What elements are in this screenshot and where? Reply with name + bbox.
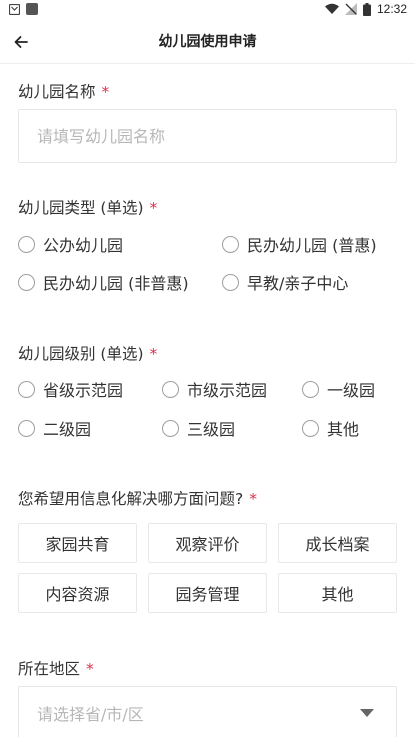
type-field-label: 幼儿园类型 (单选) * (18, 196, 157, 218)
radio-label: 一级园 (327, 381, 376, 400)
radio-circle-icon (18, 380, 35, 398)
radio-label: 民办幼儿园 (非普惠) (43, 274, 189, 293)
radio-circle-icon (302, 380, 319, 398)
page-title: 幼儿园使用申请 (158, 34, 257, 50)
radio-label: 市级示范园 (187, 381, 268, 400)
type-option-public[interactable]: 公办幼儿园 (18, 232, 123, 256)
type-option-early-education[interactable]: 早教/亲子中心 (222, 270, 348, 294)
problems-label-text: 您希望用信息化解决哪方面问题? (18, 490, 244, 508)
radio-label: 早教/亲子中心 (247, 274, 349, 293)
required-mark: * (149, 199, 158, 217)
level-option-first-class[interactable]: 一级园 (302, 377, 375, 401)
radio-circle-icon (222, 273, 239, 291)
region-select-placeholder: 请选择省/市/区 (37, 705, 144, 724)
region-label-text: 所在地区 (18, 660, 81, 678)
level-option-other[interactable]: 其他 (302, 416, 359, 440)
level-option-second-class[interactable]: 二级园 (18, 416, 91, 440)
radio-circle-icon (18, 419, 35, 437)
app-icon (26, 3, 38, 15)
level-option-third-class[interactable]: 三级园 (162, 416, 235, 440)
status-bar: 12:32 (0, 0, 415, 20)
radio-label: 公办幼儿园 (43, 236, 124, 255)
type-option-private-non-inclusive[interactable]: 民办幼儿园 (非普惠) (18, 270, 189, 294)
radio-label: 三级园 (187, 420, 236, 439)
problems-field-label: 您希望用信息化解决哪方面问题? * (18, 487, 257, 509)
problem-chip-observation[interactable]: 观察评价 (148, 523, 267, 563)
required-mark: * (101, 83, 110, 101)
caret-down-icon (360, 709, 374, 717)
radio-label: 二级园 (43, 420, 92, 439)
problem-chip-management[interactable]: 园务管理 (148, 573, 267, 613)
signal-off-icon (344, 3, 357, 15)
required-mark: * (86, 660, 94, 678)
required-mark: * (149, 345, 158, 363)
level-option-municipal[interactable]: 市级示范园 (162, 377, 267, 401)
problem-chip-other[interactable]: 其他 (278, 573, 397, 613)
app-bar: 幼儿园使用申请 (0, 20, 415, 64)
radio-label: 省级示范园 (43, 381, 124, 400)
name-label-text: 幼儿园名称 (18, 83, 96, 101)
radio-circle-icon (18, 273, 35, 291)
type-label-text: 幼儿园类型 (单选) (18, 199, 144, 217)
name-field-label: 幼儿园名称 * (18, 80, 109, 102)
radio-label: 民办幼儿园 (普惠) (247, 236, 377, 255)
region-field-label: 所在地区 * (18, 657, 94, 679)
notification-icon (9, 3, 20, 15)
problem-chip-growth-record[interactable]: 成长档案 (278, 523, 397, 563)
radio-circle-icon (162, 419, 179, 437)
status-time: 12:32 (376, 2, 407, 16)
battery-icon (362, 2, 371, 16)
problem-chip-home-school[interactable]: 家园共育 (18, 523, 137, 563)
wifi-icon (324, 3, 339, 14)
problem-chip-content[interactable]: 内容资源 (18, 573, 137, 613)
radio-circle-icon (302, 419, 319, 437)
region-select[interactable]: 请选择省/市/区 (18, 686, 397, 737)
radio-label: 其他 (327, 420, 360, 439)
level-field-label: 幼儿园级别 (单选) * (18, 342, 157, 364)
radio-circle-icon (162, 380, 179, 398)
level-option-provincial[interactable]: 省级示范园 (18, 377, 123, 401)
level-label-text: 幼儿园级别 (单选) (18, 345, 144, 363)
type-option-private-inclusive[interactable]: 民办幼儿园 (普惠) (222, 232, 377, 256)
radio-circle-icon (222, 235, 239, 253)
radio-circle-icon (18, 235, 35, 253)
kindergarten-name-input[interactable] (18, 109, 397, 163)
required-mark: * (249, 490, 257, 508)
